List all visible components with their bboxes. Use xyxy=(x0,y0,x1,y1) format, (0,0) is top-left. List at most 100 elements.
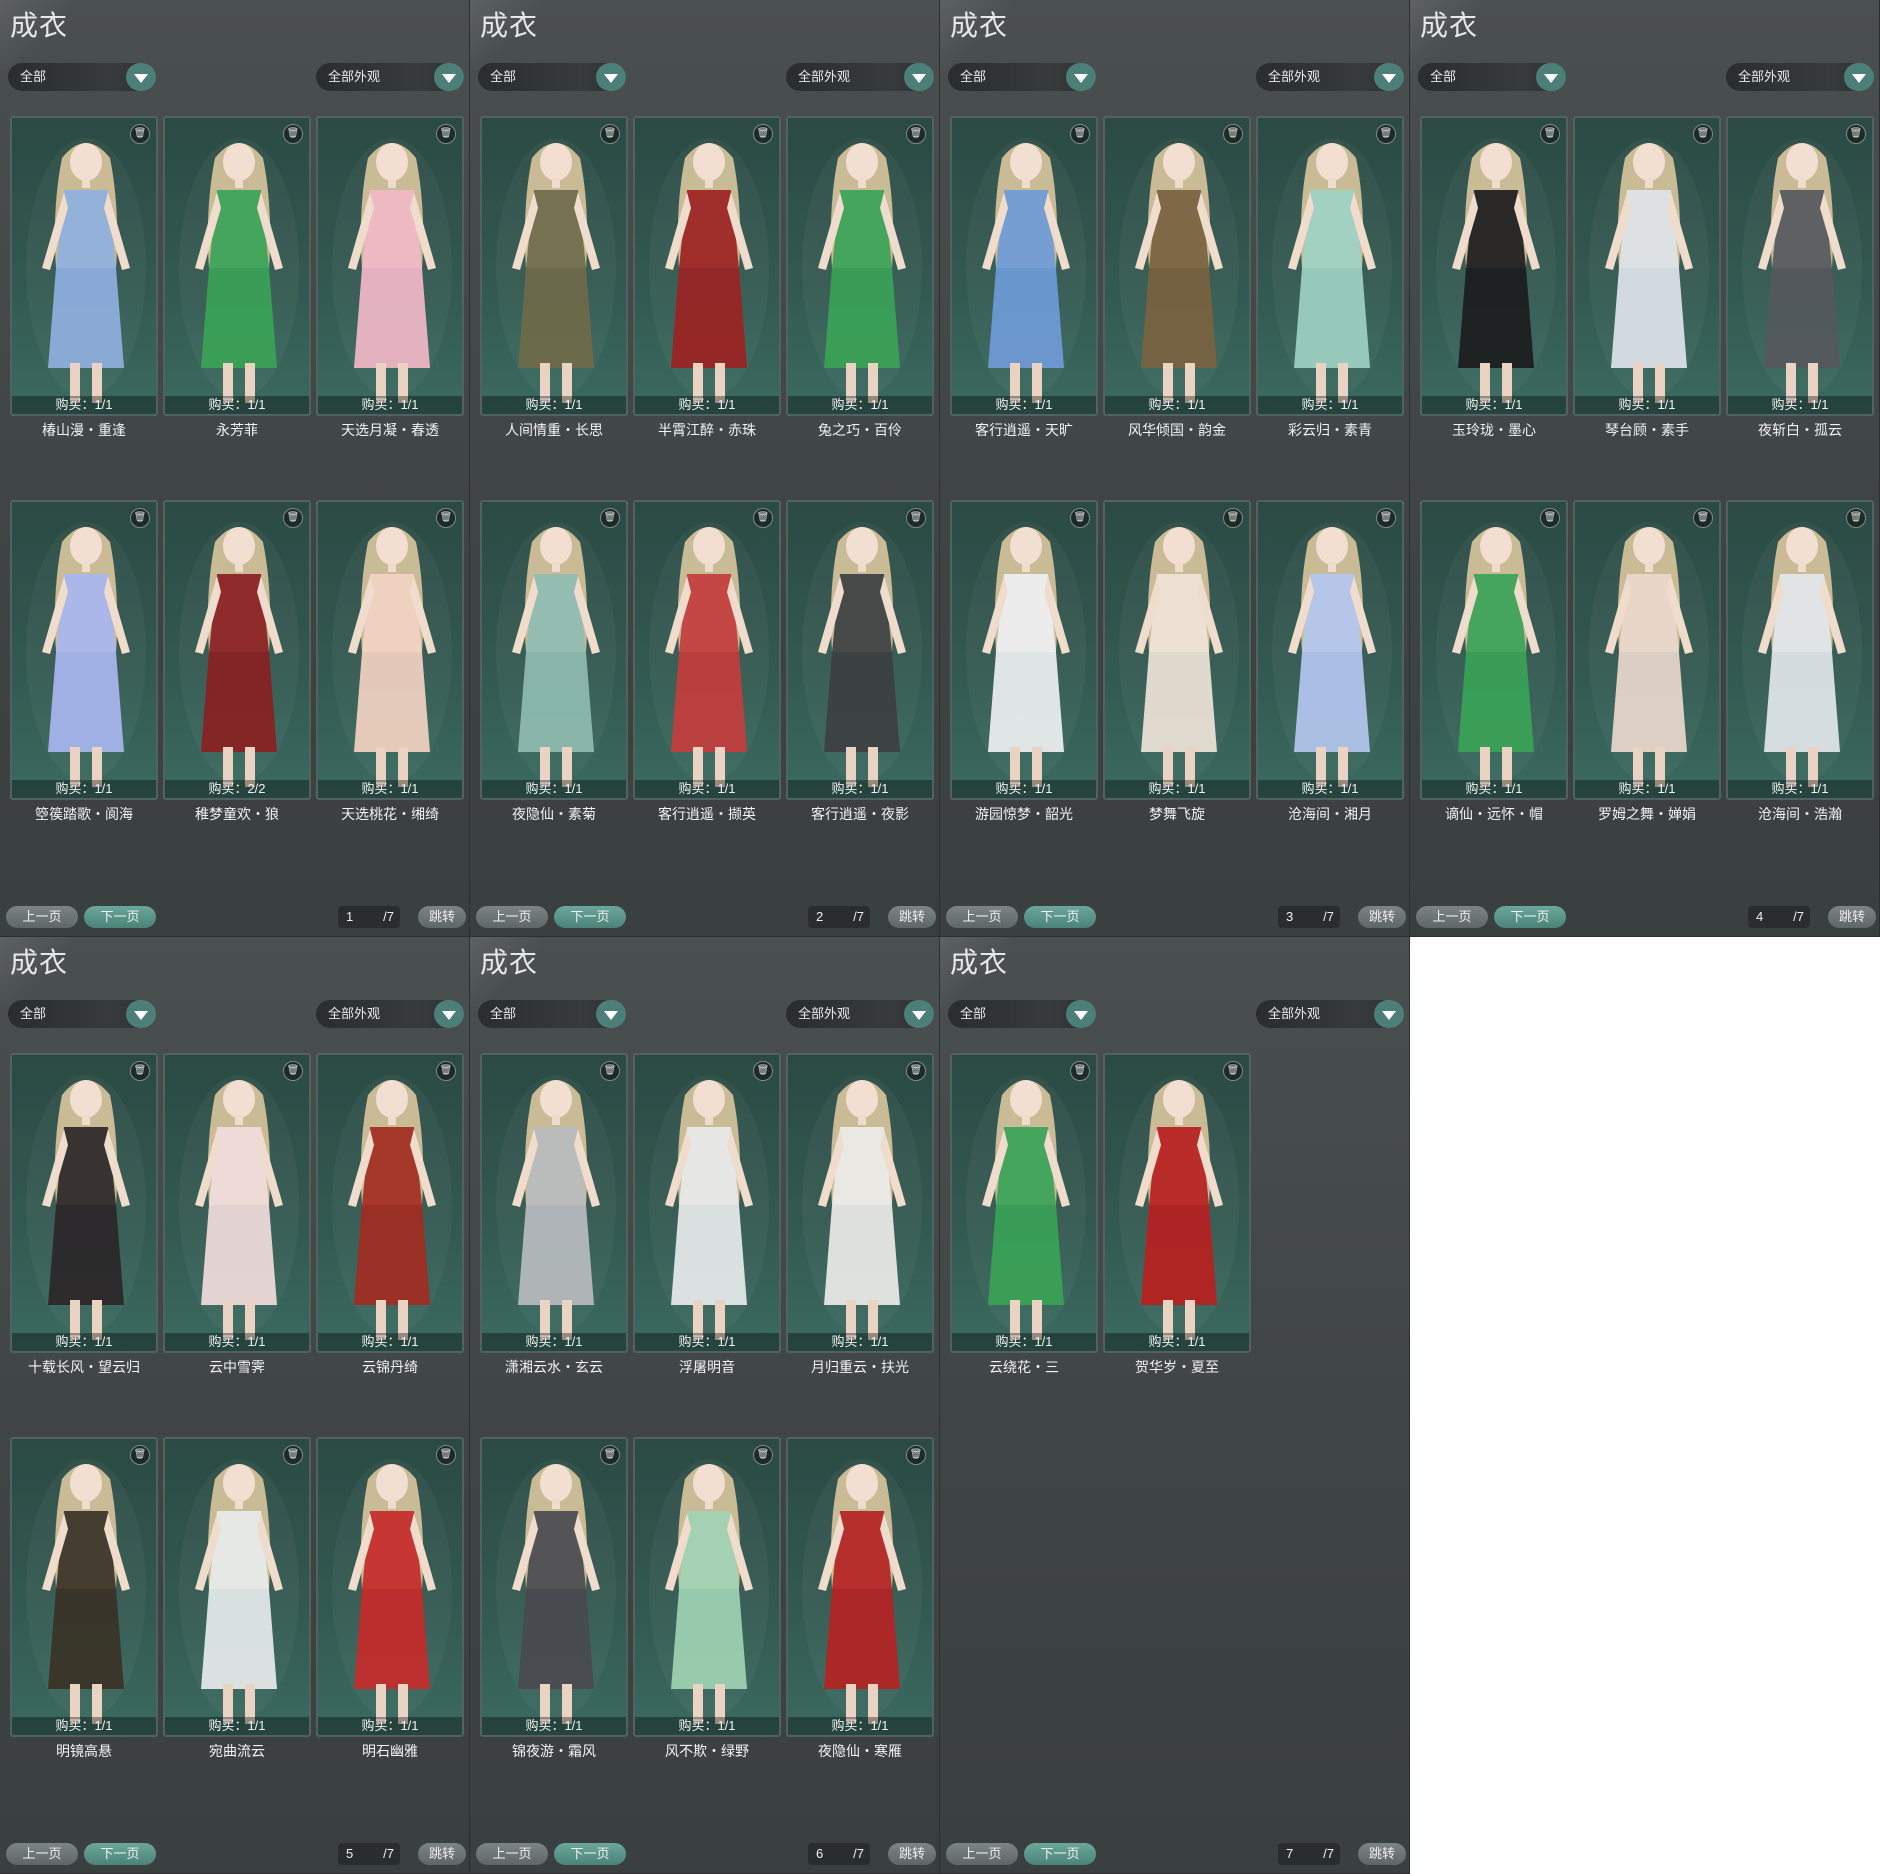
next-page-button[interactable]: 下一页 xyxy=(1024,1843,1096,1865)
next-page-button[interactable]: 下一页 xyxy=(1024,906,1096,928)
trash-icon[interactable]: 🗑 xyxy=(1693,124,1713,144)
outfit-thumbnail[interactable]: 🗑 购买：1/1 xyxy=(163,1053,311,1353)
outfit-card[interactable]: 🗑 购买：1/1 客行逍遥・夜影 xyxy=(786,500,934,827)
trash-icon[interactable]: 🗑 xyxy=(130,124,150,144)
outfit-card[interactable]: 🗑 购买：1/1 风不欺・绿野 xyxy=(633,1437,781,1764)
trash-icon[interactable]: 🗑 xyxy=(436,1445,456,1465)
prev-page-button[interactable]: 上一页 xyxy=(476,906,548,928)
outfit-card[interactable]: 🗑 购买：1/1 云锦丹绮 xyxy=(316,1053,464,1380)
outfit-card[interactable]: 🗑 购买：1/1 潇湘云水・玄云 xyxy=(480,1053,628,1380)
outfit-thumbnail[interactable]: 🗑 购买：1/1 xyxy=(480,500,628,800)
outfit-card[interactable]: 🗑 购买：1/1 宛曲流云 xyxy=(163,1437,311,1764)
trash-icon[interactable]: 🗑 xyxy=(600,124,620,144)
next-page-button[interactable]: 下一页 xyxy=(554,906,626,928)
trash-icon[interactable]: 🗑 xyxy=(1223,1061,1243,1081)
trash-icon[interactable]: 🗑 xyxy=(906,1445,926,1465)
page-number-input[interactable]: 6/7 xyxy=(808,1843,870,1865)
outfit-thumbnail[interactable]: 🗑 购买：1/1 xyxy=(1573,116,1721,416)
outfit-thumbnail[interactable]: 🗑 购买：1/1 xyxy=(786,500,934,800)
outfit-card[interactable]: 🗑 购买：1/1 夜隐仙・寒雁 xyxy=(786,1437,934,1764)
outfit-thumbnail[interactable]: 🗑 购买：1/1 xyxy=(1256,116,1404,416)
outfit-thumbnail[interactable]: 🗑 购买：1/1 xyxy=(786,116,934,416)
jump-button[interactable]: 跳转 xyxy=(1828,906,1876,928)
appearance-filter-dropdown[interactable]: 全部外观 xyxy=(1256,63,1404,91)
outfit-thumbnail[interactable]: 🗑 购买：1/1 xyxy=(1726,500,1874,800)
outfit-thumbnail[interactable]: 🗑 购买：1/1 xyxy=(10,116,158,416)
outfit-thumbnail[interactable]: 🗑 购买：1/1 xyxy=(480,116,628,416)
category-filter-dropdown[interactable]: 全部 xyxy=(8,1000,156,1028)
trash-icon[interactable]: 🗑 xyxy=(1540,508,1560,528)
outfit-card[interactable]: 🗑 购买：1/1 琴台顾・素手 xyxy=(1573,116,1721,443)
outfit-card[interactable]: 🗑 购买：1/1 明镜高悬 xyxy=(10,1437,158,1764)
prev-page-button[interactable]: 上一页 xyxy=(946,906,1018,928)
page-number-input[interactable]: 5/7 xyxy=(338,1843,400,1865)
appearance-filter-dropdown[interactable]: 全部外观 xyxy=(1726,63,1874,91)
outfit-card[interactable]: 🗑 购买：1/1 云中雪霁 xyxy=(163,1053,311,1380)
outfit-card[interactable]: 🗑 购买：1/1 客行逍遥・天旷 xyxy=(950,116,1098,443)
outfit-thumbnail[interactable]: 🗑 购买：1/1 xyxy=(633,500,781,800)
outfit-card[interactable]: 🗑 购买：1/1 椿山漫・重逢 xyxy=(10,116,158,443)
trash-icon[interactable]: 🗑 xyxy=(1070,1061,1090,1081)
outfit-thumbnail[interactable]: 🗑 购买：1/1 xyxy=(1420,500,1568,800)
prev-page-button[interactable]: 上一页 xyxy=(6,906,78,928)
trash-icon[interactable]: 🗑 xyxy=(1070,508,1090,528)
appearance-filter-dropdown[interactable]: 全部外观 xyxy=(786,1000,934,1028)
outfit-thumbnail[interactable]: 🗑 购买：1/1 xyxy=(163,116,311,416)
appearance-filter-dropdown[interactable]: 全部外观 xyxy=(786,63,934,91)
outfit-card[interactable]: 🗑 购买：1/1 浮屠明音 xyxy=(633,1053,781,1380)
appearance-filter-dropdown[interactable]: 全部外观 xyxy=(316,63,464,91)
outfit-card[interactable]: 🗑 购买：1/1 月归重云・扶光 xyxy=(786,1053,934,1380)
outfit-card[interactable]: 🗑 购买：1/1 半霄江醉・赤珠 xyxy=(633,116,781,443)
category-filter-dropdown[interactable]: 全部 xyxy=(478,1000,626,1028)
trash-icon[interactable]: 🗑 xyxy=(1376,124,1396,144)
outfit-card[interactable]: 🗑 购买：1/1 梦舞飞旋 xyxy=(1103,500,1251,827)
trash-icon[interactable]: 🗑 xyxy=(753,1445,773,1465)
outfit-thumbnail[interactable]: 🗑 购买：2/2 xyxy=(163,500,311,800)
trash-icon[interactable]: 🗑 xyxy=(283,508,303,528)
jump-button[interactable]: 跳转 xyxy=(418,1843,466,1865)
jump-button[interactable]: 跳转 xyxy=(888,1843,936,1865)
outfit-thumbnail[interactable]: 🗑 购买：1/1 xyxy=(1103,1053,1251,1353)
outfit-thumbnail[interactable]: 🗑 购买：1/1 xyxy=(316,1053,464,1353)
outfit-card[interactable]: 🗑 购买：1/1 十载长风・望云归 xyxy=(10,1053,158,1380)
trash-icon[interactable]: 🗑 xyxy=(130,1061,150,1081)
page-number-input[interactable]: 3/7 xyxy=(1278,906,1340,928)
appearance-filter-dropdown[interactable]: 全部外观 xyxy=(1256,1000,1404,1028)
outfit-thumbnail[interactable]: 🗑 购买：1/1 xyxy=(950,1053,1098,1353)
outfit-card[interactable]: 🗑 购买：1/1 天选月凝・春透 xyxy=(316,116,464,443)
trash-icon[interactable]: 🗑 xyxy=(130,1445,150,1465)
outfit-card[interactable]: 🗑 购买：1/1 彩云归・素青 xyxy=(1256,116,1404,443)
outfit-card[interactable]: 🗑 购买：2/2 稚梦童欢・狼 xyxy=(163,500,311,827)
outfit-thumbnail[interactable]: 🗑 购买：1/1 xyxy=(1573,500,1721,800)
trash-icon[interactable]: 🗑 xyxy=(1070,124,1090,144)
next-page-button[interactable]: 下一页 xyxy=(1494,906,1566,928)
trash-icon[interactable]: 🗑 xyxy=(600,1445,620,1465)
outfit-thumbnail[interactable]: 🗑 购买：1/1 xyxy=(950,116,1098,416)
appearance-filter-dropdown[interactable]: 全部外观 xyxy=(316,1000,464,1028)
trash-icon[interactable]: 🗑 xyxy=(600,1061,620,1081)
trash-icon[interactable]: 🗑 xyxy=(436,508,456,528)
category-filter-dropdown[interactable]: 全部 xyxy=(948,1000,1096,1028)
outfit-card[interactable]: 🗑 购买：1/1 天选桃花・缃绮 xyxy=(316,500,464,827)
trash-icon[interactable]: 🗑 xyxy=(283,124,303,144)
next-page-button[interactable]: 下一页 xyxy=(84,1843,156,1865)
outfit-card[interactable]: 🗑 购买：1/1 人间情重・长思 xyxy=(480,116,628,443)
prev-page-button[interactable]: 上一页 xyxy=(1416,906,1488,928)
outfit-card[interactable]: 🗑 购买：1/1 永芳菲 xyxy=(163,116,311,443)
trash-icon[interactable]: 🗑 xyxy=(1846,508,1866,528)
outfit-thumbnail[interactable]: 🗑 购买：1/1 xyxy=(10,1053,158,1353)
jump-button[interactable]: 跳转 xyxy=(1358,906,1406,928)
trash-icon[interactable]: 🗑 xyxy=(906,124,926,144)
outfit-card[interactable]: 🗑 购买：1/1 风华倾国・韵金 xyxy=(1103,116,1251,443)
category-filter-dropdown[interactable]: 全部 xyxy=(948,63,1096,91)
trash-icon[interactable]: 🗑 xyxy=(1223,124,1243,144)
outfit-thumbnail[interactable]: 🗑 购买：1/1 xyxy=(1256,500,1404,800)
outfit-card[interactable]: 🗑 购买：1/1 云绕花・三 xyxy=(950,1053,1098,1380)
trash-icon[interactable]: 🗑 xyxy=(753,124,773,144)
outfit-thumbnail[interactable]: 🗑 购买：1/1 xyxy=(480,1053,628,1353)
trash-icon[interactable]: 🗑 xyxy=(906,508,926,528)
outfit-card[interactable]: 🗑 购买：1/1 游园惊梦・韶光 xyxy=(950,500,1098,827)
trash-icon[interactable]: 🗑 xyxy=(753,508,773,528)
page-number-input[interactable]: 4/7 xyxy=(1748,906,1810,928)
outfit-card[interactable]: 🗑 购买：1/1 明石幽雅 xyxy=(316,1437,464,1764)
